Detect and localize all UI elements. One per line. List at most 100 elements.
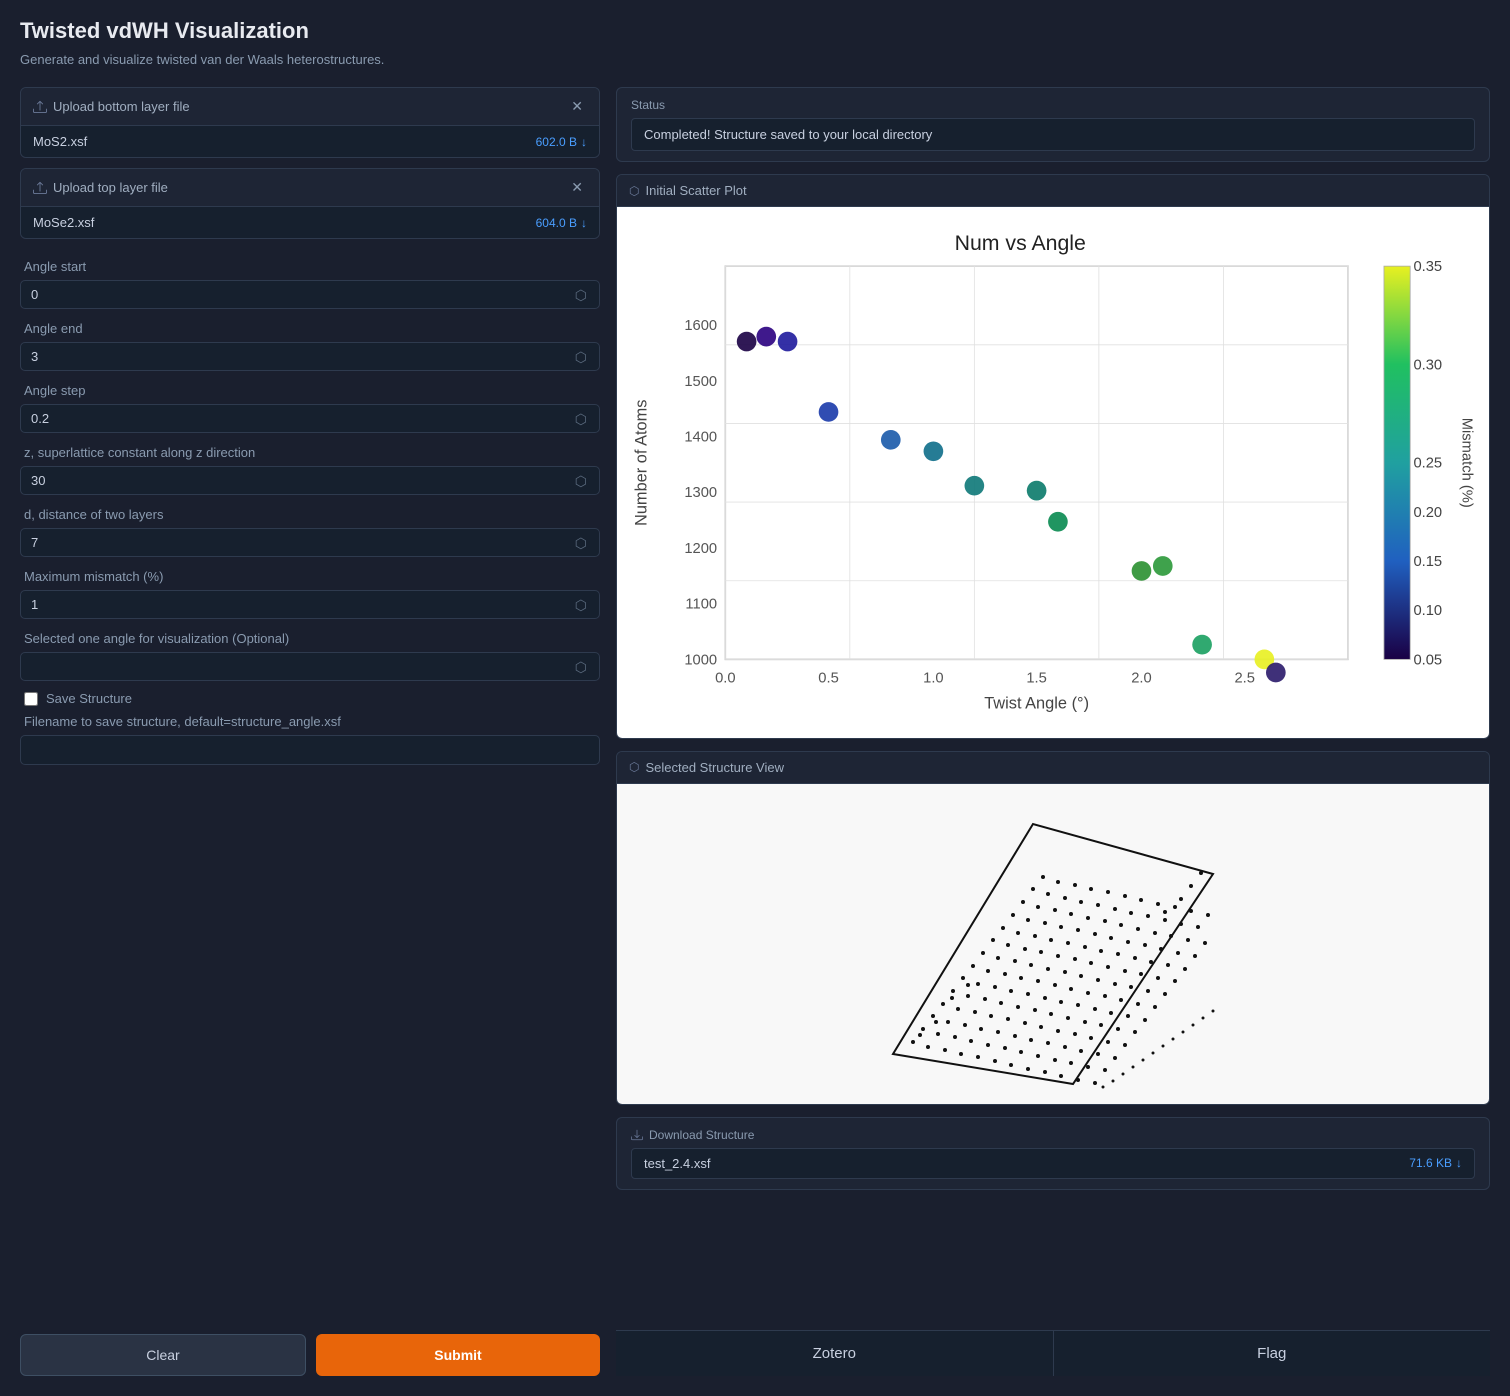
z-input[interactable] <box>31 473 573 488</box>
scatter-title: Num vs Angle <box>955 231 1086 255</box>
d-label: d, distance of two layers <box>20 507 600 522</box>
mismatch-label: Maximum mismatch (%) <box>20 569 600 584</box>
upload-top-label-wrap: Upload top layer file <box>33 180 168 195</box>
download-file-row[interactable]: test_2.4.xsf 71.6 KB ↓ <box>631 1148 1475 1179</box>
scatter-plot-header: ⬡ Initial Scatter Plot <box>617 175 1489 207</box>
angle-step-spin[interactable]: ⬡ <box>573 412 589 426</box>
mismatch-spin[interactable]: ⬡ <box>573 598 589 612</box>
scatter-plot-content: Num vs Angle <box>617 207 1489 738</box>
svg-text:0.10: 0.10 <box>1413 603 1442 619</box>
svg-text:1500: 1500 <box>684 374 717 390</box>
tab-flag[interactable]: Flag <box>1054 1331 1491 1376</box>
svg-text:0.0: 0.0 <box>715 670 735 686</box>
scatter-plot-icon: ⬡ <box>629 184 639 198</box>
clear-button[interactable]: Clear <box>20 1334 306 1376</box>
scatter-plot-label: Initial Scatter Plot <box>645 183 746 198</box>
angle-viz-input[interactable] <box>31 659 573 674</box>
svg-text:1200: 1200 <box>684 541 717 557</box>
download-size: 71.6 KB ↓ <box>1409 1156 1462 1170</box>
upload-top-section: Upload top layer file ✕ MoSe2.xsf 604.0 … <box>20 168 600 239</box>
filename-input[interactable] <box>31 743 589 758</box>
angle-step-label: Angle step <box>20 383 600 398</box>
upload-bottom-close[interactable]: ✕ <box>567 96 587 117</box>
angle-viz-label: Selected one angle for visualization (Op… <box>20 631 600 646</box>
angle-viz-group: Selected one angle for visualization (Op… <box>20 621 600 683</box>
upload-bottom-file-display: MoS2.xsf 602.0 B ↓ <box>21 126 599 157</box>
angle-start-spin[interactable]: ⬡ <box>573 288 589 302</box>
z-group: z, superlattice constant along z directi… <box>20 435 600 497</box>
angle-end-group: Angle end ⬡ <box>20 311 600 373</box>
svg-text:0.5: 0.5 <box>818 670 838 686</box>
upload-bottom-label: Upload bottom layer file <box>53 99 190 114</box>
svg-text:0.30: 0.30 <box>1413 357 1442 373</box>
mismatch-group: Maximum mismatch (%) ⬡ <box>20 559 600 621</box>
left-panel: Upload bottom layer file ✕ MoS2.xsf 602.… <box>20 87 600 1376</box>
download-section: Download Structure test_2.4.xsf 71.6 KB … <box>616 1117 1490 1190</box>
angle-step-input[interactable] <box>31 411 573 426</box>
upload-bottom-header: Upload bottom layer file ✕ <box>21 88 599 126</box>
upload-top-filename: MoSe2.xsf <box>33 215 94 230</box>
save-structure-row: Save Structure <box>20 683 600 714</box>
download-filename: test_2.4.xsf <box>644 1156 710 1171</box>
bottom-tabs: Zotero Flag <box>616 1330 1490 1376</box>
structure-view-content <box>617 784 1489 1104</box>
z-spin[interactable]: ⬡ <box>573 474 589 488</box>
save-structure-checkbox[interactable] <box>24 692 38 706</box>
angle-step-group: Angle step ⬡ <box>20 373 600 435</box>
svg-text:Mismatch (%): Mismatch (%) <box>1459 418 1475 508</box>
status-label: Status <box>631 98 1475 112</box>
svg-text:1600: 1600 <box>684 318 717 334</box>
upload-top-filesize: 604.0 B ↓ <box>536 216 587 230</box>
svg-text:1.5: 1.5 <box>1026 670 1046 686</box>
upload-top-icon <box>33 181 47 195</box>
status-message: Completed! Structure saved to your local… <box>631 118 1475 151</box>
svg-text:2.0: 2.0 <box>1131 670 1151 686</box>
d-input-row: ⬡ <box>20 528 600 557</box>
upload-top-close[interactable]: ✕ <box>567 177 587 198</box>
structure-view-icon: ⬡ <box>629 760 639 774</box>
upload-top-file-display: MoSe2.xsf 604.0 B ↓ <box>21 207 599 238</box>
upload-bottom-icon <box>33 100 47 114</box>
d-input[interactable] <box>31 535 573 550</box>
svg-text:1000: 1000 <box>684 652 717 668</box>
filename-input-wrap <box>20 735 600 765</box>
download-label-wrap: Download Structure <box>631 1128 1475 1142</box>
structure-view-label: Selected Structure View <box>645 760 784 775</box>
upload-bottom-section: Upload bottom layer file ✕ MoS2.xsf 602.… <box>20 87 600 158</box>
upload-bottom-filename: MoS2.xsf <box>33 134 87 149</box>
filename-label: Filename to save structure, default=stru… <box>20 714 600 729</box>
svg-text:0.15: 0.15 <box>1413 554 1442 570</box>
mismatch-input[interactable] <box>31 597 573 612</box>
svg-text:0.05: 0.05 <box>1413 652 1442 668</box>
scatter-plot-section: ⬡ Initial Scatter Plot Num vs Angle <box>616 174 1490 739</box>
svg-text:0.35: 0.35 <box>1413 259 1442 275</box>
svg-text:2.5: 2.5 <box>1234 670 1254 686</box>
structure-view-section: ⬡ Selected Structure View <box>616 751 1490 1105</box>
download-icon <box>631 1129 643 1141</box>
svg-text:1300: 1300 <box>684 485 717 501</box>
structure-view-header: ⬡ Selected Structure View <box>617 752 1489 784</box>
svg-text:Number of Atoms: Number of Atoms <box>633 400 651 527</box>
tab-zotero[interactable]: Zotero <box>616 1331 1054 1376</box>
main-layout: Upload bottom layer file ✕ MoS2.xsf 602.… <box>20 87 1490 1376</box>
z-label: z, superlattice constant along z directi… <box>20 445 600 460</box>
svg-text:1400: 1400 <box>684 429 717 445</box>
angle-end-label: Angle end <box>20 321 600 336</box>
d-spin[interactable]: ⬡ <box>573 536 589 550</box>
app-title: Twisted vdWH Visualization <box>20 18 1490 44</box>
angle-viz-spin[interactable]: ⬡ <box>573 660 589 674</box>
angle-end-input[interactable] <box>31 349 573 364</box>
upload-top-header: Upload top layer file ✕ <box>21 169 599 207</box>
svg-text:Twist Angle (°): Twist Angle (°) <box>984 695 1089 713</box>
scatter-wrap: Num vs Angle <box>617 207 1489 738</box>
app-subtitle: Generate and visualize twisted van der W… <box>20 52 1490 67</box>
svg-text:0.25: 0.25 <box>1413 456 1442 472</box>
svg-text:1.0: 1.0 <box>923 670 943 686</box>
right-panel: Status Completed! Structure saved to you… <box>616 87 1490 1376</box>
submit-button[interactable]: Submit <box>316 1334 600 1376</box>
angle-start-input[interactable] <box>31 287 573 302</box>
angle-step-input-row: ⬡ <box>20 404 600 433</box>
status-section: Status Completed! Structure saved to you… <box>616 87 1490 162</box>
app-container: Twisted vdWH Visualization Generate and … <box>0 0 1510 1396</box>
angle-end-spin[interactable]: ⬡ <box>573 350 589 364</box>
